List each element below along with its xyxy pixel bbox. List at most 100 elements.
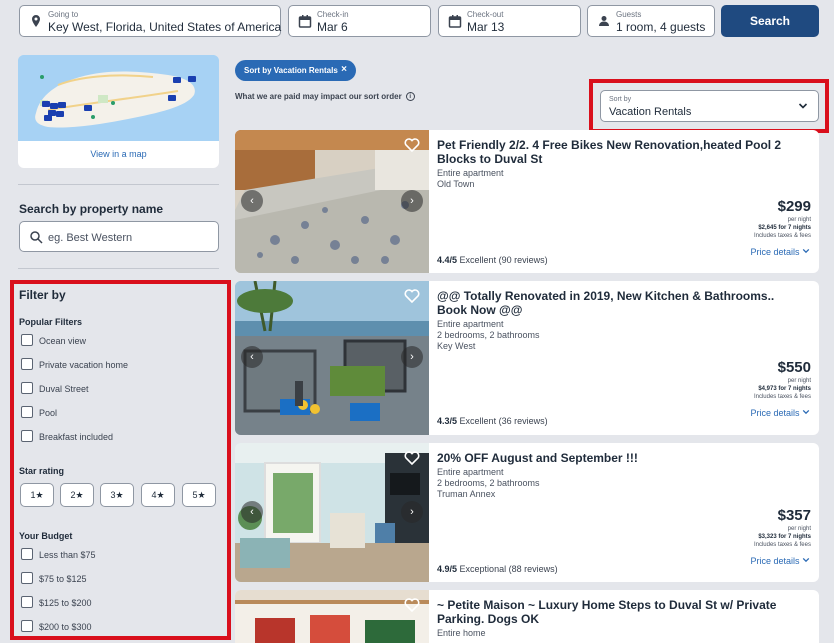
listing-price: $357 (777, 507, 811, 524)
taxes-label: Includes taxes & fees (753, 394, 811, 400)
rating-score: 4.3/5 (437, 416, 458, 426)
listing-title[interactable]: 20% OFF August and September !!! (437, 451, 807, 465)
listing-type: Entire apartment (437, 168, 504, 178)
heart-icon[interactable] (404, 597, 420, 613)
check-out-label: Check-out (467, 10, 504, 19)
listing-title[interactable]: ~ Petite Maison ~ Luxury Home Steps to D… (437, 598, 807, 626)
divider (18, 184, 219, 185)
filter-highlight-box (10, 280, 231, 640)
taxes-label: Includes taxes & fees (753, 542, 811, 548)
listing-price: $299 (777, 198, 811, 215)
divider (18, 268, 219, 269)
per-night-label: per night (787, 217, 811, 223)
listing-location: Key West (437, 341, 476, 351)
listing-location: Truman Annex (437, 489, 496, 499)
check-out-value: Mar 13 (467, 20, 505, 34)
listing-location: Old Town (437, 179, 475, 189)
view-in-map-link[interactable]: View in a map (18, 149, 219, 159)
destination-value: Key West, Florida, United States of Amer… (48, 20, 282, 34)
listing-title[interactable]: Pet Friendly 2/2. 4 Free Bikes New Renov… (437, 138, 807, 166)
search-icon (30, 231, 43, 244)
listing-card[interactable]: ‹ › 20% OFF August and September !!! Ent… (235, 443, 819, 582)
listing-photo[interactable] (235, 590, 429, 643)
location-pin-icon (32, 15, 40, 27)
listing-card[interactable]: ‹ › Pet Friendly 2/2. 4 Free Bikes New R… (235, 130, 819, 273)
rating-score: 4.4/5 (437, 255, 458, 265)
balcony-photo (235, 281, 429, 435)
destination-field[interactable]: Going to Key West, Florida, United State… (19, 5, 281, 37)
bedroom-photo (235, 590, 429, 643)
check-in-field[interactable]: Check-in Mar 6 (288, 5, 431, 37)
search-button[interactable]: Search (721, 5, 819, 37)
property-name-heading: Search by property name (19, 202, 164, 216)
living-room-photo (235, 443, 429, 582)
listing-photo[interactable]: ‹ › (235, 443, 429, 582)
next-photo-button[interactable]: › (401, 346, 423, 368)
total-price: $3,323 for 7 nights (758, 534, 811, 540)
guests-field[interactable]: Guests 1 room, 4 guests (587, 5, 715, 37)
taxes-label: Includes taxes & fees (753, 233, 811, 239)
bedroom-photo (235, 130, 429, 273)
guests-value: 1 room, 4 guests (616, 20, 706, 34)
sort-highlight-box (589, 79, 829, 133)
chevron-down-icon (802, 557, 810, 563)
price-details-text: Price details (750, 247, 800, 257)
info-icon[interactable]: i (405, 92, 415, 102)
chevron-down-icon (802, 248, 810, 254)
per-night-label: per night (787, 378, 811, 384)
listing-type: Entire apartment (437, 319, 504, 329)
person-icon (599, 16, 609, 26)
prev-photo-button[interactable]: ‹ (241, 190, 263, 212)
price-details-link[interactable]: Price details (750, 247, 810, 257)
per-night-label: per night (787, 526, 811, 532)
calendar-icon (298, 15, 312, 28)
rating-text: Excellent (36 reviews) (459, 416, 548, 426)
sort-disclaimer: What we are paid may impact our sort ord… (235, 92, 415, 102)
next-photo-button[interactable]: › (401, 190, 423, 212)
heart-icon[interactable] (404, 137, 420, 153)
check-out-field[interactable]: Check-out Mar 13 (438, 5, 581, 37)
check-in-value: Mar 6 (317, 20, 348, 34)
listing-title[interactable]: @@ Totally Renovated in 2019, New Kitche… (437, 289, 807, 317)
heart-icon[interactable] (404, 450, 420, 466)
listing-rating: 4.4/5 Excellent (90 reviews) (437, 255, 548, 265)
rating-text: Exceptional (88 reviews) (459, 564, 558, 574)
price-details-text: Price details (750, 408, 800, 418)
property-name-placeholder: eg. Best Western (48, 232, 133, 244)
sort-disclaimer-text: What we are paid may impact our sort ord… (235, 92, 402, 101)
destination-label: Going to (48, 10, 79, 19)
calendar-icon (448, 15, 462, 28)
close-icon[interactable]: × (341, 64, 347, 75)
total-price: $2,645 for 7 nights (758, 225, 811, 231)
prev-photo-button[interactable]: ‹ (241, 501, 263, 523)
prev-photo-button[interactable]: ‹ (241, 346, 263, 368)
check-in-label: Check-in (317, 10, 349, 19)
listing-photo[interactable]: ‹ › (235, 281, 429, 435)
map-card[interactable]: View in a map (18, 55, 219, 168)
map-thumbnail[interactable] (18, 55, 219, 141)
listing-price: $550 (777, 359, 811, 376)
listing-rooms: 2 bedrooms, 2 bathrooms (437, 478, 540, 488)
total-price: $4,973 for 7 nights (758, 386, 811, 392)
price-details-text: Price details (750, 556, 800, 566)
rating-text: Excellent (90 reviews) (459, 255, 548, 265)
rating-score: 4.9/5 (437, 564, 458, 574)
sort-chip-label: Sort by Vacation Rentals (244, 66, 338, 75)
listing-type: Entire apartment (437, 467, 504, 477)
price-details-link[interactable]: Price details (750, 556, 810, 566)
listing-photo[interactable]: ‹ › (235, 130, 429, 273)
listing-card[interactable]: ‹ › @@ Totally Renovated in 2019, New Ki… (235, 281, 819, 435)
price-details-link[interactable]: Price details (750, 408, 810, 418)
guests-label: Guests (616, 10, 642, 19)
sort-chip[interactable]: Sort by Vacation Rentals × (235, 60, 356, 81)
listing-card[interactable]: ~ Petite Maison ~ Luxury Home Steps to D… (235, 590, 819, 643)
listing-rating: 4.9/5 Exceptional (88 reviews) (437, 564, 558, 574)
key-west-map (18, 55, 219, 141)
heart-icon[interactable] (404, 288, 420, 304)
next-photo-button[interactable]: › (401, 501, 423, 523)
listing-type: Entire home (437, 628, 486, 638)
chevron-down-icon (802, 409, 810, 415)
listing-rooms: 2 bedrooms, 2 bathrooms (437, 330, 540, 340)
listing-rating: 4.3/5 Excellent (36 reviews) (437, 416, 548, 426)
property-name-input[interactable]: eg. Best Western (19, 221, 219, 252)
